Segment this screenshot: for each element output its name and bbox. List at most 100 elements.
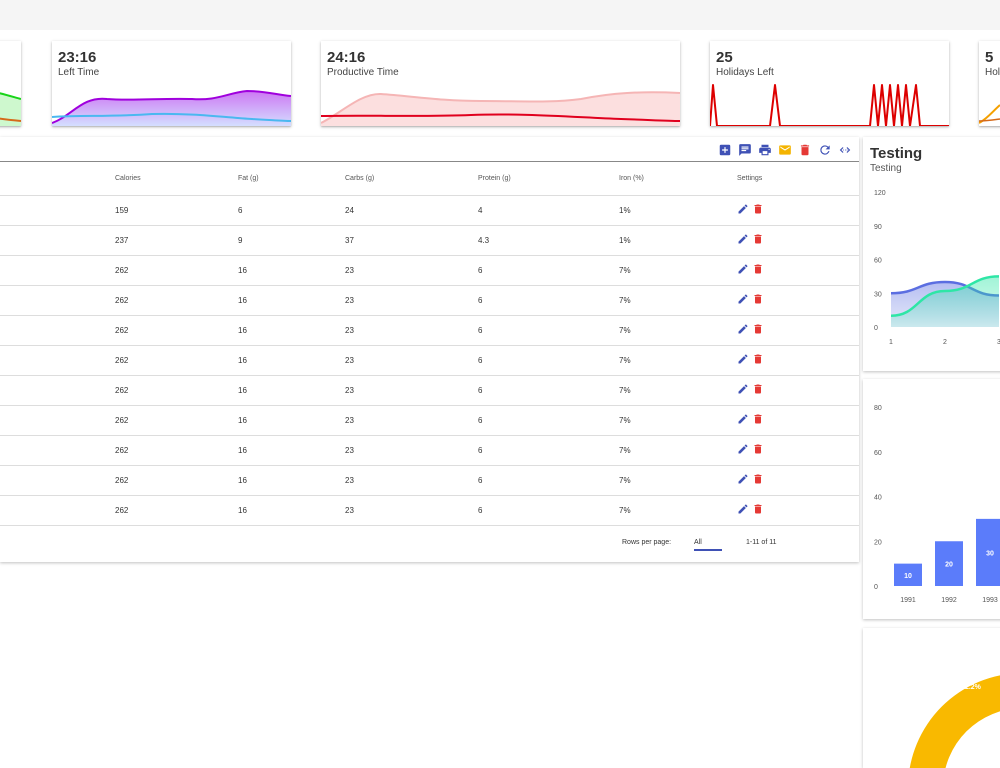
y-tick-label: 30 [874,291,882,298]
protein-cell: 6 [478,375,619,406]
table-row: 262 16 23 6 7% [0,315,859,346]
calories-cell: 262 [115,255,238,286]
delete-icon[interactable] [752,263,764,277]
bar-value-label: 20 [945,562,953,569]
column-header[interactable] [0,163,115,196]
carbs-cell: 23 [345,495,478,526]
sparkline [52,89,291,126]
edit-icon[interactable] [737,263,749,277]
iron-cell: 7% [619,315,737,346]
table-row: 262 16 23 6 7% [0,375,859,406]
calories-cell: 262 [115,435,238,466]
table-row: 237 9 37 4.3 1% [0,225,859,256]
protein-cell: 6 [478,435,619,466]
bar-value-label: 30 [986,550,994,557]
delete-icon[interactable] [752,353,764,367]
carbs-cell: 23 [345,375,478,406]
y-tick-label: 60 [874,450,882,457]
protein-cell: 6 [478,465,619,496]
comment-icon[interactable] [737,142,753,158]
iron-cell: 7% [619,495,737,526]
edit-icon[interactable] [737,473,749,487]
sparkline [0,92,21,126]
column-header-protein[interactable]: Protein (g) [478,163,619,196]
column-header-calories[interactable]: Calories [115,163,238,196]
edit-icon[interactable] [737,383,749,397]
edit-icon[interactable] [737,413,749,427]
data-table-card: Calories Fat (g) Carbs (g) Protein (g) I… [0,137,859,562]
settings-cell [737,495,859,526]
settings-cell [737,255,859,286]
dessert-cell [0,495,115,526]
pagination-range: 1-11 of 11 [746,539,777,546]
delete-icon[interactable] [752,413,764,427]
dessert-cell [0,345,115,376]
y-tick-label: 0 [874,325,878,332]
fat-cell: 16 [238,495,345,526]
edit-icon[interactable] [737,503,749,517]
y-tick-label: 120 [874,190,886,197]
donut-chart-card: 22.2% [863,628,1000,768]
carbs-cell: 23 [345,465,478,496]
dessert-cell [0,375,115,406]
delete-icon[interactable] [752,323,764,337]
protein-cell: 6 [478,345,619,376]
delete-icon[interactable] [797,142,813,158]
x-tick-label: 1992 [941,597,957,604]
delete-icon[interactable] [752,443,764,457]
iron-cell: 7% [619,375,737,406]
edit-icon[interactable] [737,323,749,337]
delete-icon[interactable] [752,383,764,397]
dessert-cell [0,405,115,436]
column-header-iron[interactable]: Iron (%) [619,163,737,196]
table-row: 262 16 23 6 7% [0,435,859,466]
area-chart: 03060901201 2 3 [874,190,1000,346]
add-box-icon[interactable] [717,142,733,158]
print-icon[interactable] [757,142,773,158]
edit-icon[interactable] [737,443,749,457]
table-row: 262 16 23 6 7% [0,405,859,436]
column-header-carbs[interactable]: Carbs (g) [345,163,478,196]
delete-icon[interactable] [752,203,764,217]
carbs-cell: 23 [345,315,478,346]
fat-cell: 6 [238,195,345,226]
edit-icon[interactable] [737,293,749,307]
protein-cell: 4.3 [478,225,619,256]
carbs-cell: 23 [345,285,478,316]
fat-cell: 16 [238,285,345,316]
edit-icon[interactable] [737,233,749,247]
delete-icon[interactable] [752,293,764,307]
carbs-cell: 23 [345,345,478,376]
donut-slice [909,675,1000,768]
stat-card-productive-time: 24:16 Productive Time [321,41,680,126]
delete-icon[interactable] [752,503,764,517]
carbs-cell: 23 [345,255,478,286]
y-tick-label: 90 [874,224,882,231]
table-row: 159 6 24 4 1% [0,195,859,226]
delete-icon[interactable] [752,233,764,247]
edit-icon[interactable] [737,353,749,367]
settings-cell [737,285,859,316]
column-header-fat[interactable]: Fat (g) [238,163,345,196]
refresh-icon[interactable] [817,142,833,158]
fat-cell: 16 [238,345,345,376]
stat-card-5: 5 Hol [979,41,1000,126]
fat-cell: 9 [238,225,345,256]
fat-cell: 16 [238,375,345,406]
iron-cell: 7% [619,255,737,286]
carbs-cell: 23 [345,435,478,466]
code-icon[interactable] [837,142,853,158]
email-icon[interactable] [777,142,793,158]
calories-cell: 262 [115,345,238,376]
protein-cell: 6 [478,255,619,286]
settings-cell [737,345,859,376]
iron-cell: 7% [619,465,737,496]
rows-per-page-select[interactable]: All [694,539,722,551]
table-row: 262 16 23 6 7% [0,255,859,286]
edit-icon[interactable] [737,203,749,217]
settings-cell [737,195,859,226]
donut-chart: 22.2% [909,675,1000,768]
table-row: 262 16 23 6 7% [0,495,859,526]
delete-icon[interactable] [752,473,764,487]
dessert-cell [0,315,115,346]
